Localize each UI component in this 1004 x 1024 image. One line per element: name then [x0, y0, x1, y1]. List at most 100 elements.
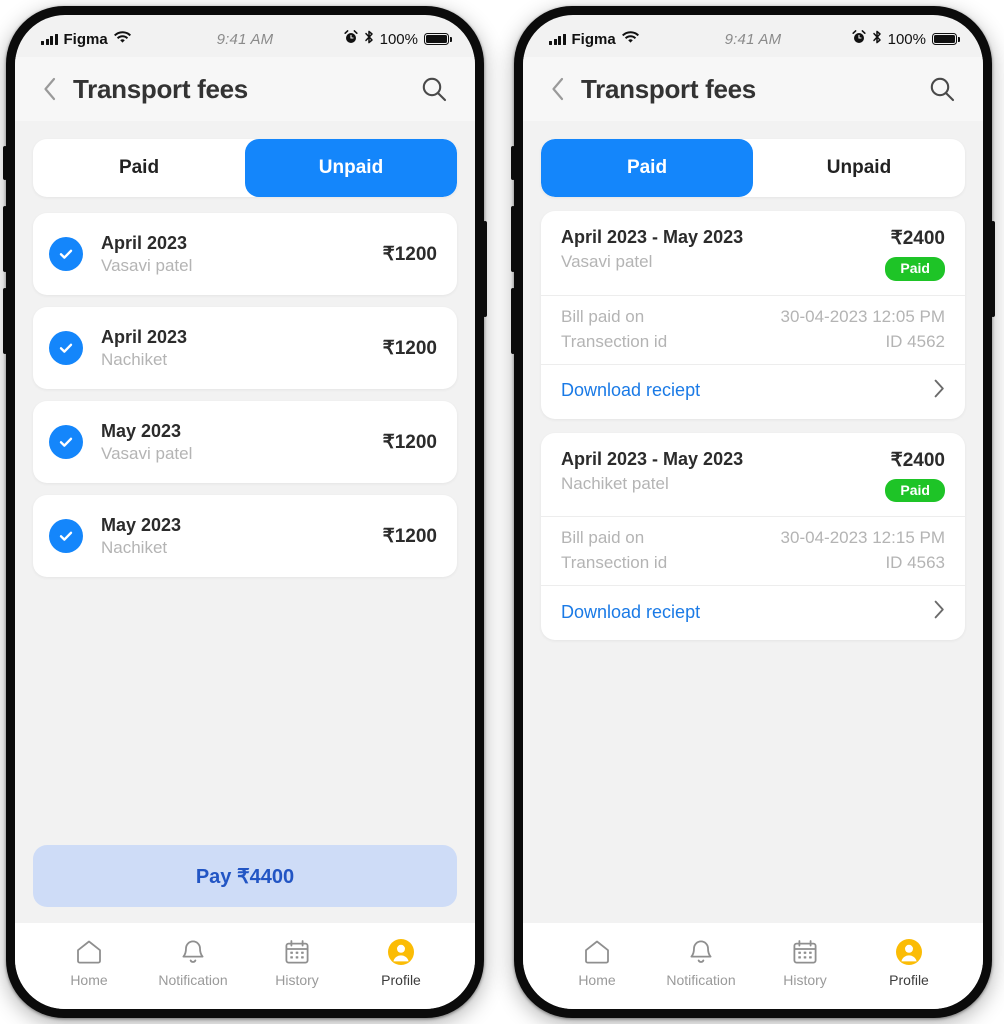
list-item[interactable]: April 2023 Nachiket ₹1200 — [33, 307, 457, 389]
bell-icon — [689, 937, 713, 967]
wifi-icon — [621, 30, 639, 48]
tab-paid[interactable]: Paid — [33, 139, 245, 197]
bluetooth-icon — [364, 30, 374, 48]
detail-value: 30-04-2023 12:05 PM — [780, 306, 945, 326]
fee-amount-label: ₹1200 — [382, 243, 437, 265]
list-item[interactable]: April 2023 Vasavi patel ₹1200 — [33, 213, 457, 295]
app-header: Transport fees — [523, 57, 983, 121]
bottom-navigation: Home Notification History Profile — [15, 923, 475, 1009]
tab-unpaid[interactable]: Unpaid — [753, 139, 965, 197]
screenshot-stage: Figma 9:41 AM 100% Transport fees Paid U… — [0, 0, 1004, 1024]
user-avatar-icon — [387, 937, 415, 967]
flex-spacer — [541, 640, 965, 923]
screen-right: Figma 9:41 AM 100% Transport fees Paid U… — [523, 15, 983, 1009]
app-header: Transport fees — [15, 57, 475, 121]
phone-left: Figma 9:41 AM 100% Transport fees Paid U… — [3, 6, 487, 1018]
status-bar-time: 9:41 AM — [216, 30, 274, 48]
paid-card-titles: April 2023 - May 2023 Vasavi patel — [561, 227, 885, 281]
signal-bars-icon — [41, 33, 58, 45]
paid-card-header: April 2023 - May 2023 Nachiket patel ₹24… — [541, 433, 965, 517]
list-item[interactable]: May 2023 Nachiket ₹1200 — [33, 495, 457, 577]
home-icon — [583, 937, 611, 967]
chevron-right-icon — [934, 600, 945, 624]
fee-name-label: Nachiket — [101, 349, 168, 369]
fee-month-label: April 2023 — [101, 326, 188, 347]
flex-spacer — [33, 577, 457, 845]
paid-card-meta: ₹2400 Paid — [885, 449, 945, 502]
nav-item-profile[interactable]: Profile — [349, 937, 453, 988]
check-circle-icon[interactable] — [49, 425, 83, 459]
nav-label: Profile — [381, 972, 421, 988]
paid-card-meta: ₹2400 Paid — [885, 227, 945, 281]
paid-card-details: Bill paid on 30-04-2023 12:05 PM Transec… — [541, 294, 965, 365]
detail-row-bill-paid-on: Bill paid on 30-04-2023 12:05 PM — [561, 307, 945, 327]
fee-row-text: May 2023 Vasavi patel — [101, 421, 383, 464]
nav-item-home[interactable]: Home — [37, 937, 141, 988]
detail-key: Transection id — [561, 331, 668, 351]
screen-left: Figma 9:41 AM 100% Transport fees Paid U… — [15, 15, 475, 1009]
status-bar-left: Figma — [549, 31, 725, 48]
fee-month-label: April 2023 — [101, 232, 188, 253]
paid-card: April 2023 - May 2023 Nachiket patel ₹24… — [541, 432, 965, 640]
volume-up-button[interactable] — [511, 206, 515, 272]
fee-month-label: May 2023 — [101, 420, 182, 441]
chevron-left-icon[interactable] — [545, 77, 571, 101]
paid-period-label: April 2023 - May 2023 — [561, 448, 744, 469]
fee-name-label: Vasavi patel — [101, 255, 193, 275]
user-avatar-icon — [895, 937, 923, 967]
mute-switch[interactable] — [3, 146, 7, 180]
nav-item-history[interactable]: History — [245, 937, 349, 988]
content-area-unpaid: Paid Unpaid April 2023 Vasavi patel ₹120… — [15, 121, 475, 923]
payment-status-tabs: Paid Unpaid — [541, 139, 965, 197]
mute-switch[interactable] — [511, 146, 515, 180]
carrier-label: Figma — [571, 30, 616, 48]
detail-row-bill-paid-on: Bill paid on 30-04-2023 12:15 PM — [561, 528, 945, 548]
search-icon[interactable] — [417, 72, 451, 106]
fee-month-label: May 2023 — [101, 514, 182, 535]
nav-item-notification[interactable]: Notification — [141, 937, 245, 988]
list-item[interactable]: May 2023 Vasavi patel ₹1200 — [33, 401, 457, 483]
detail-value: 30-04-2023 12:15 PM — [780, 528, 945, 547]
fee-name-label: Nachiket — [101, 537, 168, 557]
nav-item-profile[interactable]: Profile — [857, 937, 961, 988]
detail-value: ID 4562 — [885, 331, 945, 351]
alarm-icon — [344, 30, 358, 48]
check-circle-icon[interactable] — [49, 331, 83, 365]
bottom-navigation: Home Notification History Profile — [523, 923, 983, 1009]
battery-percent-label: 100% — [379, 30, 418, 48]
nav-label: Home — [578, 972, 616, 988]
status-bar: Figma 9:41 AM 100% — [15, 15, 475, 57]
nav-label: Profile — [889, 972, 929, 988]
nav-item-home[interactable]: Home — [545, 937, 649, 988]
tab-paid[interactable]: Paid — [541, 139, 753, 197]
volume-down-button[interactable] — [511, 288, 515, 354]
chevron-left-icon[interactable] — [37, 77, 63, 101]
check-circle-icon[interactable] — [49, 237, 83, 271]
nav-item-notification[interactable]: Notification — [649, 937, 753, 988]
status-bar-right: 100% — [273, 30, 452, 48]
chevron-right-icon — [934, 379, 945, 403]
download-receipt-button[interactable]: Download reciept — [541, 586, 965, 640]
fee-amount-label: ₹1200 — [382, 337, 437, 359]
detail-row-transaction-id: Transection id ID 4563 — [561, 553, 945, 573]
status-bar-time: 9:41 AM — [724, 30, 782, 48]
volume-down-button[interactable] — [3, 288, 7, 354]
detail-key: Transection id — [561, 553, 668, 572]
fee-row-text: April 2023 Nachiket — [101, 327, 383, 370]
tab-unpaid[interactable]: Unpaid — [245, 139, 457, 197]
calendar-icon — [284, 937, 310, 967]
check-circle-icon[interactable] — [49, 519, 83, 553]
paid-fee-list: April 2023 - May 2023 Vasavi patel ₹2400… — [541, 211, 965, 640]
volume-up-button[interactable] — [3, 206, 7, 272]
download-receipt-button[interactable]: Download reciept — [541, 365, 965, 419]
nav-label: History — [275, 972, 319, 988]
download-receipt-label: Download reciept — [561, 380, 701, 400]
search-icon[interactable] — [925, 72, 959, 106]
pay-button[interactable]: Pay ₹4400 — [33, 845, 457, 907]
status-bar: Figma 9:41 AM 100% — [523, 15, 983, 57]
power-button[interactable] — [991, 221, 995, 317]
nav-item-history[interactable]: History — [753, 937, 857, 988]
power-button[interactable] — [483, 221, 487, 317]
page-title: Transport fees — [73, 73, 248, 104]
fee-row-text: May 2023 Nachiket — [101, 515, 383, 558]
